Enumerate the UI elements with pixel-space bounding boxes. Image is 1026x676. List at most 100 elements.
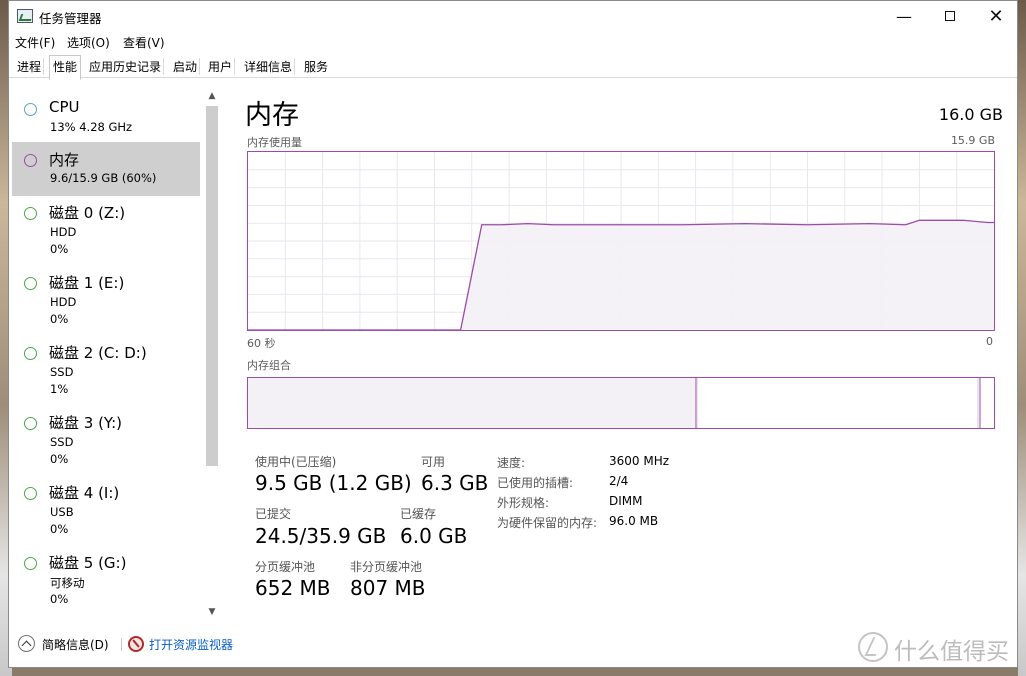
tab-bar: 进程 性能 应用历史记录 启动 用户 详细信息 服务 <box>9 54 1017 80</box>
desktop-background <box>1018 0 1026 676</box>
form-factor-value: DIMM <box>609 494 643 508</box>
available-label: 可用 <box>421 455 446 469</box>
in-use-value: 9.5 GB (1.2 GB) <box>255 471 412 495</box>
sidebar-item-memory[interactable]: 内存 9.6/15.9 GB (60%) <box>12 142 200 196</box>
cached-label: 已缓存 <box>400 507 437 521</box>
tab-users[interactable]: 用户 <box>206 58 236 75</box>
memory-composition-bar <box>247 377 995 429</box>
resource-monitor-icon[interactable] <box>128 636 144 652</box>
hardware-reserved-label: 为硬件保留的内存: <box>497 516 598 530</box>
sidebar-item-label: 磁盘 5 (G:) <box>49 554 127 572</box>
sidebar-item-type: 可移动 <box>50 576 85 590</box>
disk-indicator-icon <box>24 347 37 360</box>
scroll-down-icon[interactable]: ▼ <box>204 605 220 619</box>
sidebar-item-usage: 0% <box>50 312 69 326</box>
usage-graph-max: 15.9 GB <box>950 134 995 147</box>
paged-pool-value: 652 MB <box>255 576 331 600</box>
memory-usage-graph <box>247 151 995 331</box>
composition-in-use <box>248 378 696 428</box>
chevron-up-icon[interactable] <box>18 635 35 652</box>
sidebar-item-disk-5[interactable]: 磁盘 5 (G:) 可移动 0% <box>12 545 200 606</box>
tab-processes[interactable]: 进程 <box>15 58 45 75</box>
watermark-logo-icon <box>858 632 888 662</box>
slots-used-label: 已使用的插槽: <box>497 476 574 490</box>
sidebar-item-label: 磁盘 1 (E:) <box>49 274 125 292</box>
tab-app-history[interactable]: 应用历史记录 <box>87 58 165 75</box>
nonpaged-pool-value: 807 MB <box>350 576 426 600</box>
disk-indicator-icon <box>24 277 37 290</box>
tab-details[interactable]: 详细信息 <box>242 58 296 75</box>
sidebar-item-type: HDD <box>50 225 77 239</box>
maximize-button[interactable] <box>927 1 973 31</box>
form-factor-label: 外形规格: <box>497 496 550 510</box>
total-memory: 16.0 GB <box>938 105 1003 124</box>
sidebar-item-disk-0[interactable]: 磁盘 0 (Z:) HDD 0% <box>12 195 200 256</box>
disk-indicator-icon <box>24 417 37 430</box>
menu-view[interactable]: 查看(V) <box>123 34 165 51</box>
available-value: 6.3 GB <box>421 471 489 495</box>
sidebar-item-label: 磁盘 0 (Z:) <box>49 204 126 222</box>
memory-composition-chart <box>248 378 981 428</box>
scroll-thumb[interactable] <box>206 106 218 466</box>
disk-indicator-icon <box>24 207 37 220</box>
speed-label: 速度: <box>497 456 526 470</box>
sidebar-item-usage: 0% <box>50 522 69 536</box>
sidebar-item-type: SSD <box>50 365 74 379</box>
cpu-indicator-icon <box>24 103 37 116</box>
open-resource-monitor-link[interactable]: 打开资源监视器 <box>149 636 233 653</box>
composition-standby <box>698 378 978 428</box>
sidebar-item-detail: 9.6/15.9 GB (60%) <box>50 171 157 185</box>
sidebar-item-label: 磁盘 4 (I:) <box>49 484 120 502</box>
sidebar-item-disk-2[interactable]: 磁盘 2 (C: D:) SSD 1% <box>12 335 200 396</box>
sidebar-item-type: HDD <box>50 295 77 309</box>
cached-value: 6.0 GB <box>400 524 468 548</box>
maximize-icon <box>945 11 955 21</box>
nonpaged-pool-label: 非分页缓冲池 <box>350 560 423 574</box>
tab-performance[interactable]: 性能 <box>49 55 82 80</box>
tab-startup[interactable]: 启动 <box>171 58 201 75</box>
sidebar-item-usage: 0% <box>50 592 69 606</box>
sidebar-item-label: 磁盘 3 (Y:) <box>49 414 123 432</box>
usage-graph-label: 内存使用量 <box>247 136 302 149</box>
sidebar-item-cpu[interactable]: CPU 13% 4.28 GHz <box>12 91 200 145</box>
disk-indicator-icon <box>24 557 37 570</box>
sidebar-item-type: USB <box>50 505 74 519</box>
composition-label: 内存组合 <box>247 359 291 372</box>
sidebar-item-usage: 0% <box>50 242 69 256</box>
minimize-button[interactable]: — <box>881 1 927 31</box>
graph-x-right-label: 0 <box>986 335 993 348</box>
sidebar-item-disk-4[interactable]: 磁盘 4 (I:) USB 0% <box>12 475 200 536</box>
graph-x-left-label: 60 秒 <box>247 337 276 350</box>
speed-value: 3600 MHz <box>609 454 670 468</box>
tab-services[interactable]: 服务 <box>302 58 330 75</box>
sidebar-scrollbar[interactable]: ▲ ▼ <box>204 89 220 625</box>
sidebar-item-label: CPU <box>49 98 80 116</box>
sidebar-item-disk-3[interactable]: 磁盘 3 (Y:) SSD 0% <box>12 405 200 466</box>
sidebar-item-detail: 13% 4.28 GHz <box>50 120 133 134</box>
title-bar: 任务管理器 — ✕ <box>9 1 1017 31</box>
resource-list: CPU 13% 4.28 GHz 内存 9.6/15.9 GB (60%) 磁盘… <box>9 79 221 619</box>
memory-indicator-icon <box>24 154 37 167</box>
memory-usage-chart <box>248 152 994 330</box>
footer-divider <box>121 638 122 651</box>
fewer-details-link[interactable]: 简略信息(D) <box>42 636 109 653</box>
hardware-reserved-value: 96.0 MB <box>609 514 659 528</box>
in-use-label: 使用中(已压缩) <box>255 455 337 469</box>
scroll-up-icon[interactable]: ▲ <box>204 89 220 103</box>
task-manager-icon <box>17 9 33 23</box>
paged-pool-label: 分页缓冲池 <box>255 560 316 574</box>
sidebar-item-type: SSD <box>50 435 74 449</box>
page-title: 内存 <box>245 100 299 131</box>
sidebar-item-usage: 0% <box>50 452 69 466</box>
sidebar-item-disk-1[interactable]: 磁盘 1 (E:) HDD 0% <box>12 265 200 326</box>
committed-value: 24.5/35.9 GB <box>255 524 387 548</box>
memory-panel: 内存 16.0 GB 内存使用量 15.9 GB 60 秒 0 内存组合 使用中… <box>245 89 1005 609</box>
sidebar-item-label: 内存 <box>49 151 80 169</box>
slots-used-value: 2/4 <box>609 474 629 488</box>
window-title: 任务管理器 <box>39 11 102 26</box>
watermark: 什么值得买 <box>894 639 1009 665</box>
menu-file[interactable]: 文件(F) <box>15 34 55 51</box>
sidebar-item-usage: 1% <box>50 382 69 396</box>
menu-options[interactable]: 选项(O) <box>67 34 110 51</box>
close-button[interactable]: ✕ <box>973 1 1019 31</box>
